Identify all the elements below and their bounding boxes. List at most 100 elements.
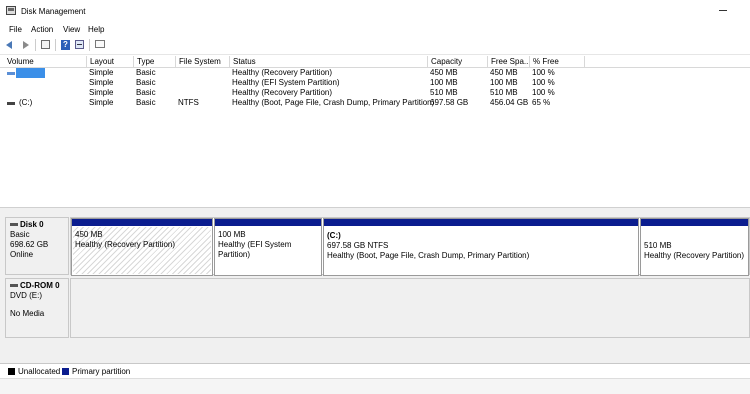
list-view-icon[interactable] [95,40,105,48]
disk-0-partitions: 450 MB Healthy (Recovery Partition) 100 … [70,217,750,276]
primary-partition-bar [641,219,748,226]
toolbar-separator [89,39,90,51]
volume-icon [7,102,15,105]
volume-percent-free: 100 % [532,68,555,77]
column-status[interactable]: Status [229,56,427,67]
partition-size: 450 MB [75,230,103,239]
menu-action[interactable]: Action [31,25,53,34]
cdrom-0-label[interactable]: CD-ROM 0 DVD (E:) No Media [5,278,69,338]
column-capacity[interactable]: Capacity [427,56,487,67]
menu-file[interactable]: File [9,25,22,34]
volume-capacity: 510 MB [430,88,458,97]
disk-0-label[interactable]: Disk 0 Basic 698.62 GB Online [5,217,69,275]
show-hide-console-tree-icon[interactable] [41,40,50,49]
volume-icon [7,72,15,75]
volume-status: Healthy (Recovery Partition) [232,68,333,77]
volume-layout: Simple [89,98,114,107]
partition-status: Healthy (Recovery Partition) [644,251,745,260]
volume-row[interactable]: Simple Basic Healthy (Recovery Partition… [0,68,750,78]
volume-free-space: 100 MB [490,78,518,87]
primary-partition-bar [72,219,212,226]
volume-name[interactable] [16,78,19,88]
partition-status: Healthy (Recovery Partition) [75,240,176,249]
volume-file-system: NTFS [178,98,199,107]
volume-row[interactable]: (C:) Simple Basic NTFS Healthy (Boot, Pa… [0,98,750,108]
disk-name: Disk 0 [20,220,44,229]
menu-bar: File Action View Help [0,22,750,36]
volume-type: Basic [136,98,156,107]
partition-size: 100 MB [218,230,246,239]
properties-icon[interactable] [75,40,84,49]
volume-percent-free: 100 % [532,88,555,97]
volume-name[interactable]: (C:) [16,98,32,108]
cdrom-type: DVD (E:) [10,291,42,300]
menu-help[interactable]: Help [88,25,104,34]
legend-bar: Unallocated Primary partition [0,363,750,379]
title-bar: Disk Management [0,0,750,22]
disk-type: Basic [10,230,30,239]
volume-percent-free: 100 % [532,78,555,87]
status-bar [0,378,750,394]
window-title: Disk Management [21,7,86,16]
volume-capacity: 450 MB [430,68,458,77]
volume-percent-free: 65 % [532,98,551,107]
disk-map-pane: Disk 0 Basic 698.62 GB Online 450 MB Hea… [0,211,750,363]
partition-status: Healthy (Boot, Page File, Crash Dump, Pr… [327,251,530,260]
disk-icon [10,223,18,227]
volume-status: Healthy (EFI System Partition) [232,78,340,87]
primary-partition-bar [215,219,321,226]
toolbar: ? [0,36,750,55]
help-icon[interactable]: ? [61,40,70,50]
volume-layout: Simple [89,88,114,97]
volume-capacity: 100 MB [430,78,458,87]
cdrom-name: CD-ROM 0 [20,281,60,290]
partition-size: 510 MB [644,241,672,250]
legend-unallocated: Unallocated [18,367,61,376]
volume-free-space: 510 MB [490,88,518,97]
partition-size: 697.58 GB NTFS [327,241,389,250]
volume-row[interactable]: Simple Basic Healthy (EFI System Partiti… [0,78,750,88]
volume-file-system [175,78,178,88]
column-percent-free[interactable]: % Free [529,56,585,67]
legend-primary-partition: Primary partition [72,367,131,376]
disk-management-icon [6,6,16,15]
forward-arrow-icon[interactable] [22,40,30,50]
back-arrow-icon[interactable] [6,40,14,50]
column-volume[interactable]: Volume [4,56,86,67]
partition-recovery-1[interactable]: 450 MB Healthy (Recovery Partition) [71,218,213,276]
volume-status: Healthy (Boot, Page File, Crash Dump, Pr… [232,98,435,107]
minimize-button[interactable] [716,4,730,16]
partition-recovery-2[interactable]: 510 MB Healthy (Recovery Partition) [640,218,749,276]
partition-label: (C:) [327,231,341,240]
volume-row[interactable]: Simple Basic Healthy (Recovery Partition… [0,88,750,98]
volume-type: Basic [136,68,156,77]
toolbar-separator [55,39,56,51]
partition-status: Healthy (EFI System Partition) [218,240,292,259]
column-layout[interactable]: Layout [86,56,133,67]
volume-type: Basic [136,88,156,97]
partition-efi[interactable]: 100 MB Healthy (EFI System Partition) [214,218,322,276]
volume-status: Healthy (Recovery Partition) [232,88,333,97]
primary-partition-swatch [62,368,69,375]
volume-free-space: 450 MB [490,68,518,77]
cdrom-state: No Media [10,309,45,318]
toolbar-separator [35,39,36,51]
primary-partition-bar [324,219,638,226]
volume-list-header: Volume Layout Type File System Status Ca… [0,56,750,68]
volume-name[interactable] [16,88,19,98]
volume-file-system [175,68,178,78]
volume-free-space: 456.04 GB [490,98,529,107]
unallocated-swatch [8,368,15,375]
cdrom-icon [10,284,18,288]
volume-layout: Simple [89,68,114,77]
volume-name[interactable] [16,68,45,78]
volume-layout: Simple [89,78,114,87]
column-free-space[interactable]: Free Spa... [487,56,529,67]
partition-c[interactable]: (C:) 697.58 GB NTFS Healthy (Boot, Page … [323,218,639,276]
volume-type: Basic [136,78,156,87]
volume-file-system [175,88,178,98]
column-file-system[interactable]: File System [175,56,229,67]
menu-view[interactable]: View [63,25,80,34]
column-type[interactable]: Type [133,56,175,67]
disk-state: Online [10,250,34,259]
